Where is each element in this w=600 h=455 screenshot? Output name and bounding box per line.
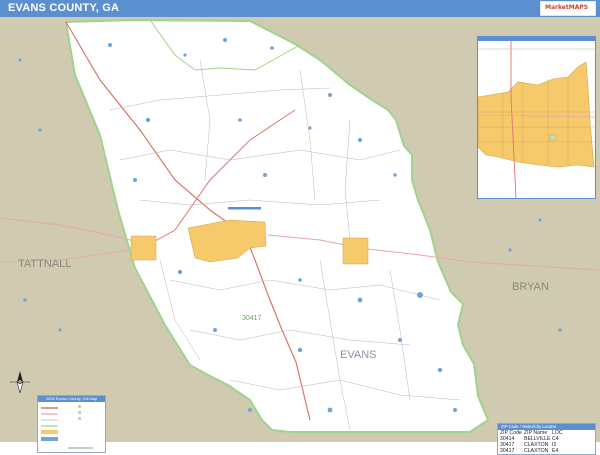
zip-loc: E4 <box>552 448 559 454</box>
zip-name: CLAXTON <box>524 448 549 454</box>
title-bar: EVANS COUNTY, GA MarketMAPS <box>0 0 600 17</box>
map-title: EVANS COUNTY, GA <box>8 2 120 14</box>
map-legend: 2018 Evans County, GA Map <box>37 395 106 453</box>
bryan-label: BRYAN <box>512 281 549 293</box>
logo-text: MarketMAPS <box>545 4 589 11</box>
city-area-bellville <box>130 235 157 261</box>
legend-title: 2018 Evans County, GA Map <box>38 396 105 402</box>
city-area-hagan <box>342 237 369 265</box>
map-frame: EVANS COUNTY, GA MarketMAPS TATTNALL BRY… <box>0 0 600 455</box>
city-name-plate <box>228 207 261 210</box>
zip-code: 30417 <box>500 448 515 454</box>
map-area[interactable]: TATTNALL BRYAN EVANS 30417 2018 Evans Co… <box>0 17 600 455</box>
evans-label: EVANS <box>340 349 376 361</box>
inset-map[interactable] <box>477 36 596 199</box>
tattnall-label: TATTNALL <box>18 258 71 270</box>
zip-code-table: ZIP Code / Metro/City Locator ZIP Code Z… <box>497 423 596 455</box>
inset-canvas <box>478 41 595 198</box>
table-row: 30417 CLAXTON E4 <box>498 448 595 454</box>
legend-symbols <box>41 405 93 449</box>
inset-title-bar <box>478 37 595 41</box>
zip-label: 30417 <box>242 315 262 322</box>
north-arrow-icon <box>10 371 30 393</box>
publisher-logo: MarketMAPS <box>540 1 596 16</box>
